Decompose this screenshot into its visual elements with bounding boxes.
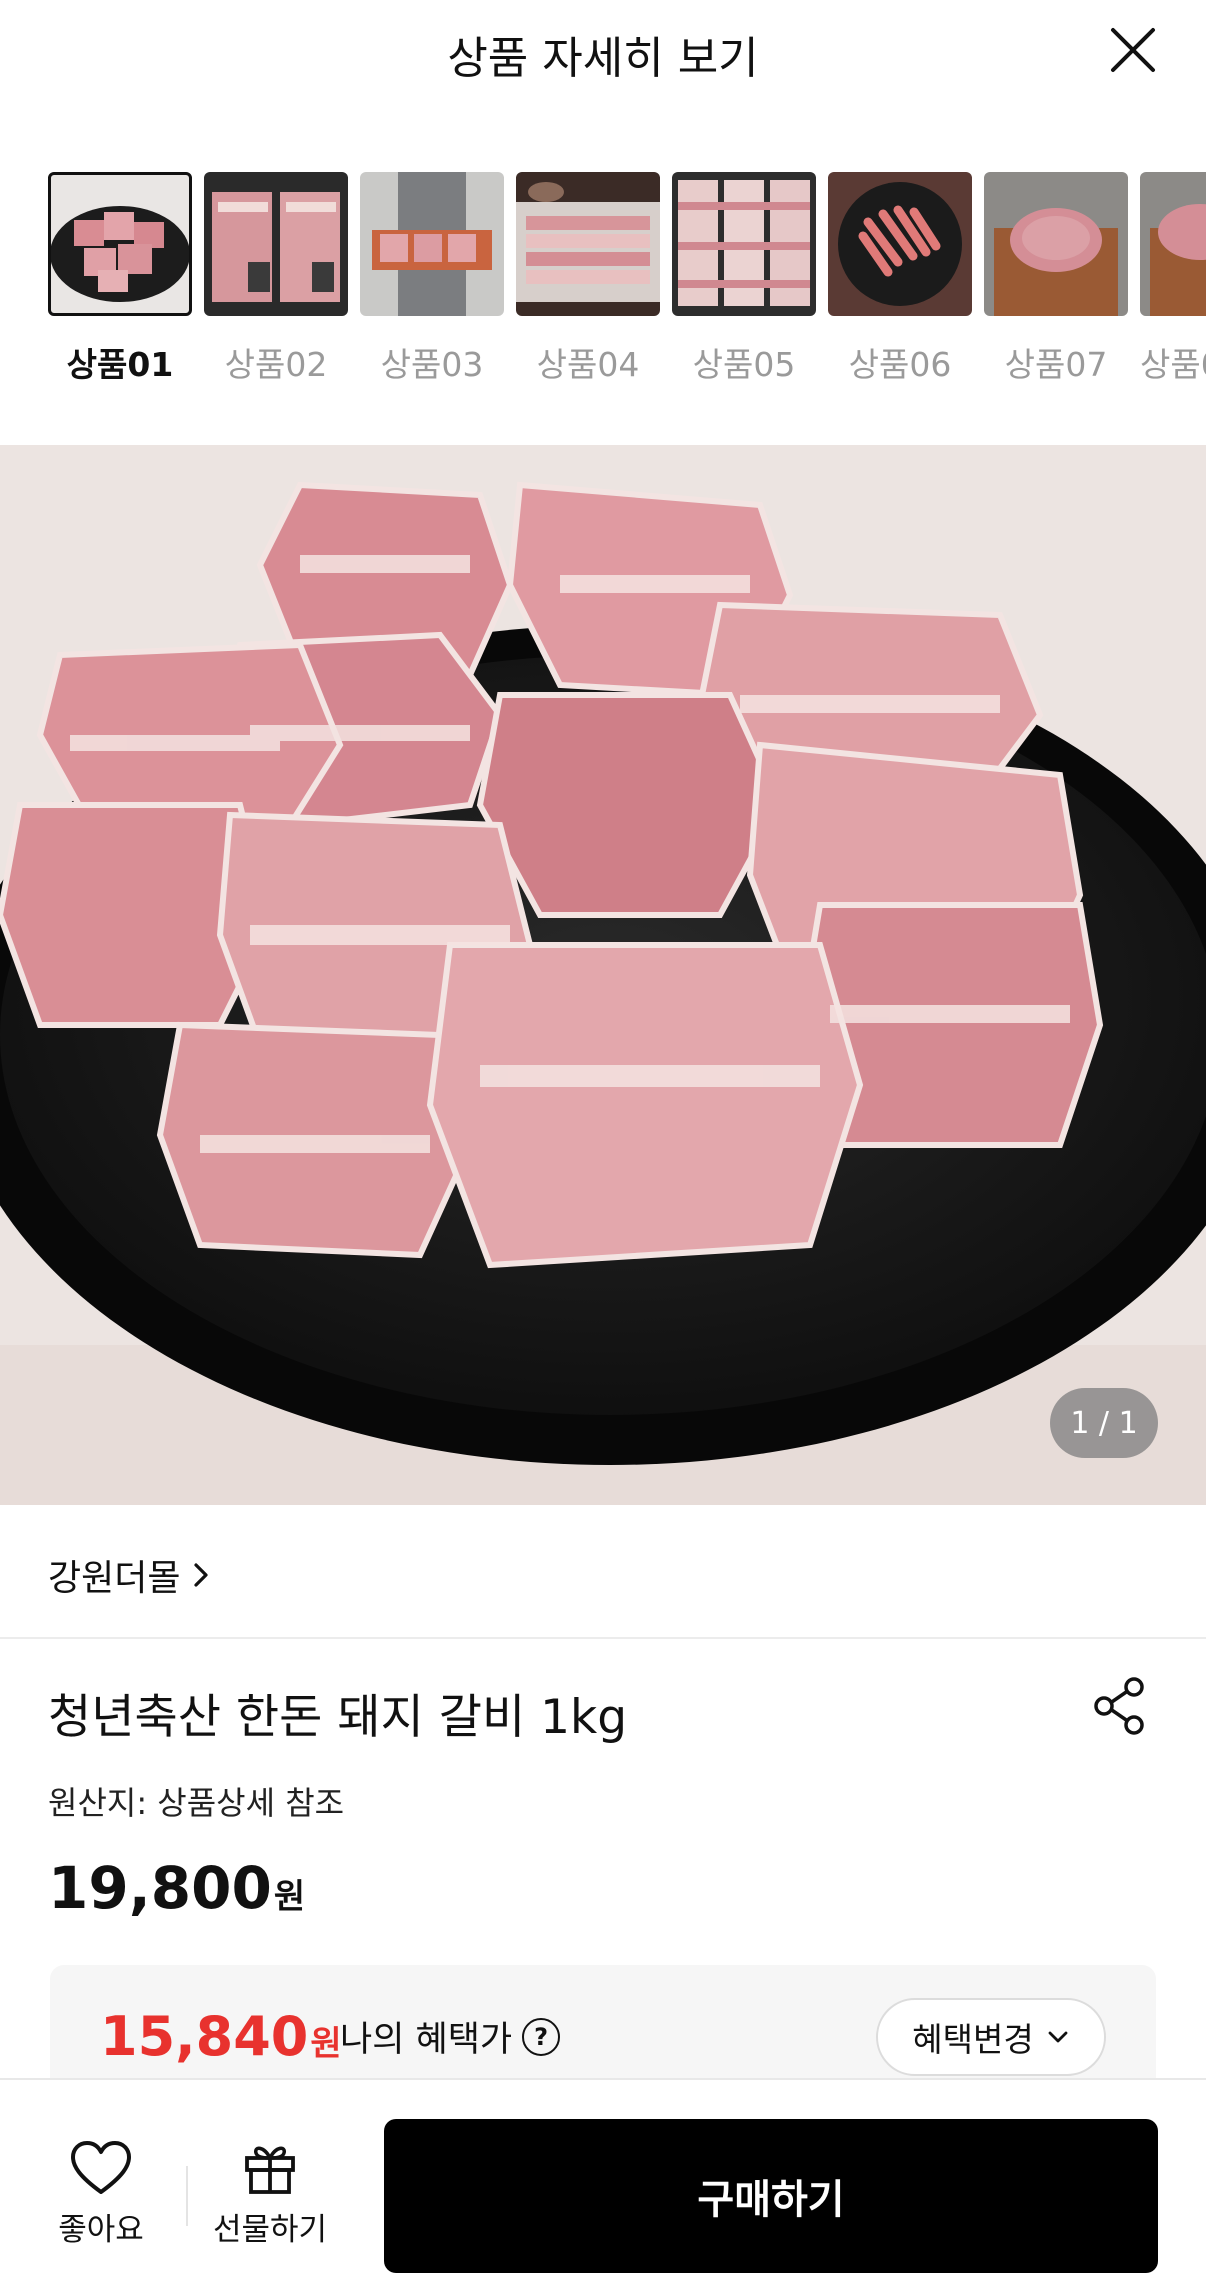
- like-label: 좋아요: [58, 2212, 144, 2248]
- thumbnail-image: [360, 172, 504, 316]
- thumbnail-image: [48, 172, 192, 316]
- help-icon[interactable]: ?: [522, 2017, 561, 2056]
- price-value: 19,800: [48, 1854, 272, 1922]
- thumbnail-item[interactable]: 상품04: [516, 172, 660, 386]
- benefit-label: 나의 혜택가 ?: [340, 2011, 561, 2062]
- divider: [186, 2166, 188, 2226]
- thumbnail-image: [204, 172, 348, 316]
- price-unit: 원: [273, 1877, 306, 1917]
- thumbnail-strip[interactable]: 상품01 상품02 상품03 상품04 상품05 상품06 상품07 상품: [0, 172, 1206, 392]
- thumbnail-image: [1140, 172, 1206, 316]
- gift-label: 선물하기: [212, 2212, 328, 2248]
- thumbnail-label: 상품07: [1004, 345, 1108, 384]
- product-title: 청년축산 한돈 돼지 갈비 1kg: [48, 1690, 628, 1745]
- thumbnail-label: 상품02: [224, 345, 328, 384]
- thumbnail-item[interactable]: 상품02: [204, 172, 348, 386]
- gift-button[interactable]: 선물하기: [205, 2140, 335, 2249]
- origin-text: 원산지: 상품상세 참조: [48, 1784, 345, 1822]
- gift-icon: [245, 2146, 295, 2194]
- thumbnail-item[interactable]: 상품01: [48, 172, 192, 386]
- chevron-down-icon: [1048, 2031, 1068, 2043]
- share-button[interactable]: [1090, 1676, 1150, 1736]
- benefit-change-label: 혜택변경: [912, 2020, 1034, 2059]
- benefit-label-text: 나의 혜택가: [340, 2020, 513, 2060]
- thumbnail-label: 상품08: [1140, 345, 1206, 384]
- product-main-image[interactable]: [0, 445, 1206, 1505]
- share-icon: [1094, 1677, 1144, 1735]
- thumbnail-label: 상품03: [380, 345, 484, 384]
- heart-icon: [71, 2141, 131, 2194]
- thumbnail-image: [516, 172, 660, 316]
- thumbnail-item[interactable]: 상품08: [1140, 172, 1206, 386]
- product-detail-page: 상품 자세히 보기 상품01 상품02 상품03 상품04 상품05 상품06 …: [0, 0, 1206, 2287]
- thumbnail-image: [672, 172, 816, 316]
- benefit-box: 15,840 원 나의 혜택가 ? 혜택변경: [50, 1965, 1156, 2080]
- thumbnail-image: [828, 172, 972, 316]
- thumbnail-item[interactable]: 상품07: [984, 172, 1128, 386]
- close-button[interactable]: [1105, 22, 1161, 78]
- store-name: 강원더몰: [48, 1558, 181, 1599]
- bottom-action-bar: 좋아요 선물하기 구매하기: [0, 2078, 1206, 2287]
- like-button[interactable]: 좋아요: [45, 2140, 157, 2249]
- thumbnail-label: 상품06: [848, 345, 952, 384]
- benefit-change-button[interactable]: 혜택변경: [876, 1998, 1106, 2076]
- store-row: 강원더몰: [0, 1505, 1206, 1639]
- thumbnail-label: 상품01: [66, 345, 174, 384]
- thumbnail-item[interactable]: 상품06: [828, 172, 972, 386]
- thumbnail-item[interactable]: 상품03: [360, 172, 504, 386]
- page-title: 상품 자세히 보기: [447, 33, 759, 84]
- benefit-price-value: 15,840: [100, 2005, 309, 2068]
- thumbnail-label: 상품04: [536, 345, 640, 384]
- header: 상품 자세히 보기: [0, 0, 1206, 100]
- price: 19,800 원: [48, 1854, 305, 1922]
- buy-button[interactable]: 구매하기: [384, 2119, 1158, 2273]
- store-link[interactable]: 강원더몰: [48, 1549, 210, 1601]
- close-icon: [1111, 28, 1155, 72]
- thumbnail-image: [984, 172, 1128, 316]
- image-counter: 1 / 1: [1050, 1388, 1158, 1458]
- benefit-price-unit: 원: [310, 2024, 342, 2064]
- thumbnail-item[interactable]: 상품05: [672, 172, 816, 386]
- thumbnail-label: 상품05: [692, 345, 796, 384]
- benefit-price: 15,840 원: [100, 2005, 342, 2068]
- chevron-right-icon: [194, 1563, 209, 1587]
